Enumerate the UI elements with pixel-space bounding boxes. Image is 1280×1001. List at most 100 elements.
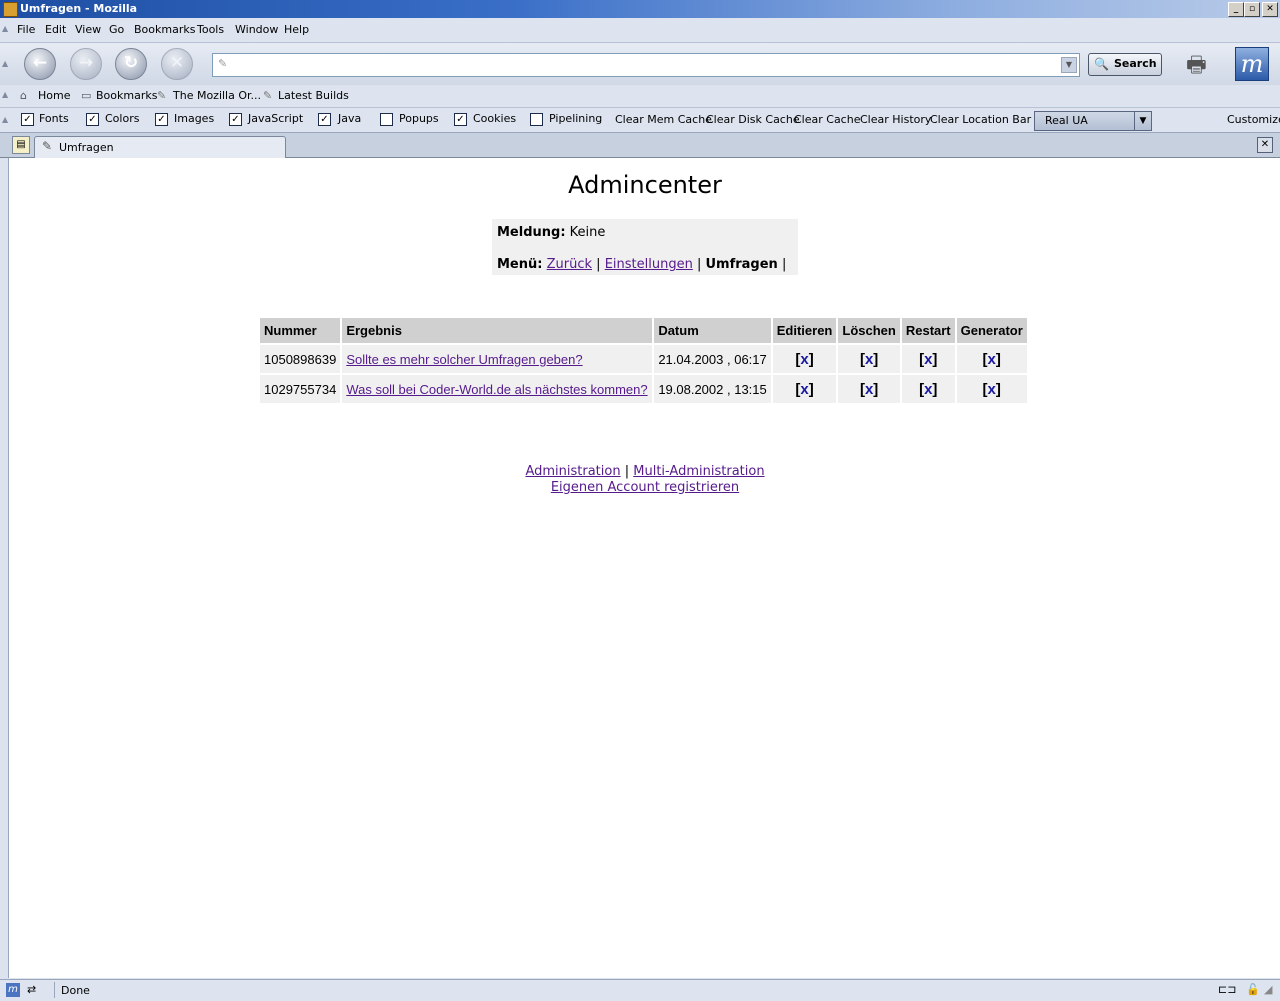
cell-ergebnis: Sollte es mehr solcher Umfragen geben? [342, 345, 653, 373]
clear-location-bar-button[interactable]: Clear Location Bar [930, 113, 1031, 126]
edit-link[interactable]: x [800, 381, 808, 398]
header-datum: Datum [654, 318, 771, 343]
table-row: 1050898639 Sollte es mehr solcher Umfrag… [260, 345, 1027, 373]
user-agent-select[interactable]: Real UA ▼ [1034, 111, 1152, 131]
cell-nummer: 1050898639 [260, 345, 341, 373]
table-header-row: Nummer Ergebnis Datum Editieren Löschen … [260, 318, 1027, 343]
minimize-button[interactable]: _ [1228, 2, 1244, 17]
home-button[interactable]: Home [38, 89, 70, 102]
menu-tools[interactable]: Tools [197, 23, 224, 36]
bookmark-latest-builds[interactable]: Latest Builds [278, 89, 349, 102]
back-button[interactable]: ← [24, 48, 56, 80]
zurueck-link[interactable]: Zurück [547, 257, 592, 272]
chevron-down-icon: ▼ [1134, 112, 1151, 130]
forward-button[interactable]: → [70, 48, 102, 80]
fonts-checkbox[interactable]: ✓ [21, 113, 34, 126]
toolbar-grip-icon[interactable]: ▲ [2, 24, 8, 33]
cookies-checkbox[interactable]: ✓ [454, 113, 467, 126]
menu-separator: | [696, 257, 702, 272]
register-account-link[interactable]: Eigenen Account registrieren [551, 480, 739, 495]
poll-result-link[interactable]: Was soll bei Coder-World.de als nächstes… [346, 382, 647, 397]
page-footer: Administration | Multi-Administration Ei… [9, 464, 1280, 496]
cell-restart: [x] [901, 345, 955, 373]
maximize-button[interactable]: ▫ [1244, 2, 1260, 17]
print-icon[interactable]: 🖶 [1186, 48, 1207, 86]
reload-button[interactable]: ↻ [115, 48, 147, 80]
online-status-icon[interactable]: ⇄ [27, 983, 45, 997]
url-history-dropdown-icon[interactable]: ▼ [1061, 57, 1077, 73]
restart-link[interactable]: x [924, 381, 932, 398]
url-input[interactable] [233, 56, 1057, 74]
cell-loeschen: [x] [838, 375, 900, 403]
java-checkbox[interactable]: ✓ [318, 113, 331, 126]
message-row: Meldung: Keine [497, 225, 605, 240]
stop-button[interactable]: ✕ [161, 48, 193, 80]
status-divider [54, 982, 55, 998]
images-label: Images [174, 112, 215, 125]
bookmark-icon: ✎ [157, 89, 167, 102]
menu-separator: | [596, 257, 601, 272]
javascript-checkbox[interactable]: ✓ [229, 113, 242, 126]
toolbar-grip-icon[interactable]: ▲ [2, 90, 8, 99]
menu-bookmarks[interactable]: Bookmarks [134, 23, 195, 36]
clear-mem-cache-button[interactable]: Clear Mem Cache [615, 113, 712, 126]
resize-grip-icon[interactable]: ◢ [1264, 983, 1272, 996]
generator-link[interactable]: x [988, 351, 996, 368]
cell-editieren: [x] [772, 345, 837, 373]
javascript-label: JavaScript [248, 112, 304, 125]
mozilla-status-icon[interactable]: m [6, 983, 20, 997]
window-title: Umfragen - Mozilla [20, 2, 138, 15]
administration-link[interactable]: Administration [525, 464, 620, 479]
clear-cache-button[interactable]: Clear Cache [794, 113, 860, 126]
page-icon: ✎ [42, 139, 53, 153]
tab-umfragen[interactable]: ✎ Umfragen [34, 136, 286, 158]
search-button-label: Search [1114, 57, 1157, 70]
colors-checkbox[interactable]: ✓ [86, 113, 99, 126]
java-label: Java [338, 112, 362, 125]
einstellungen-link[interactable]: Einstellungen [605, 257, 693, 272]
toolbar-grip-icon[interactable]: ▲ [2, 59, 8, 68]
bookmark-mozilla-org[interactable]: The Mozilla Or... [173, 89, 261, 102]
menu-view[interactable]: View [75, 23, 101, 36]
popups-label: Popups [399, 112, 439, 125]
menu-file[interactable]: File [17, 23, 35, 36]
menu-help[interactable]: Help [284, 23, 309, 36]
menu-window[interactable]: Window [235, 23, 278, 36]
sidebar-grip[interactable] [0, 158, 8, 978]
stop-icon: ✕ [169, 53, 185, 73]
toolbar-grip-icon[interactable]: ▲ [2, 115, 8, 124]
mozilla-throbber-icon[interactable]: m [1235, 47, 1269, 81]
cookies-label: Cookies [473, 112, 517, 125]
window-title-bar[interactable]: Umfragen - Mozilla _ ▫ ✕ [0, 0, 1280, 18]
header-loeschen: Löschen [838, 318, 900, 343]
navigation-toolbar: ▲ ← → ↻ ✕ ✎ ▼ 🔍 Search 🖶 m [0, 43, 1280, 86]
page-content: Admincenter Meldung: Keine Menü: Zurück … [8, 158, 1280, 978]
search-button[interactable]: 🔍 Search [1088, 53, 1162, 76]
multi-administration-link[interactable]: Multi-Administration [633, 464, 764, 479]
menu-edit[interactable]: Edit [45, 23, 66, 36]
pipelining-checkbox[interactable] [530, 113, 543, 126]
cell-nummer: 1029755734 [260, 375, 341, 403]
edit-link[interactable]: x [800, 351, 808, 368]
meldung-label: Meldung: [497, 225, 566, 240]
close-window-button[interactable]: ✕ [1262, 2, 1278, 17]
menu-go[interactable]: Go [109, 23, 124, 36]
new-tab-icon[interactable]: ▤ [12, 136, 30, 154]
customize-button[interactable]: Customize [1227, 113, 1280, 126]
close-tab-button[interactable]: ✕ [1257, 137, 1273, 153]
url-bar[interactable]: ✎ ▼ [212, 53, 1080, 77]
meldung-value: Keine [569, 225, 606, 240]
bookmarks-button[interactable]: Bookmarks [96, 89, 157, 102]
restart-link[interactable]: x [924, 351, 932, 368]
header-restart: Restart [901, 318, 955, 343]
poll-result-link[interactable]: Sollte es mehr solcher Umfragen geben? [346, 352, 582, 367]
generator-link[interactable]: x [988, 381, 996, 398]
delete-link[interactable]: x [865, 381, 873, 398]
bookmark-icon: ✎ [263, 89, 273, 102]
clear-history-button[interactable]: Clear History [860, 113, 931, 126]
clear-disk-cache-button[interactable]: Clear Disk Cache [706, 113, 800, 126]
delete-link[interactable]: x [865, 351, 873, 368]
popups-checkbox[interactable] [380, 113, 393, 126]
status-text: Done [61, 984, 90, 997]
images-checkbox[interactable]: ✓ [155, 113, 168, 126]
